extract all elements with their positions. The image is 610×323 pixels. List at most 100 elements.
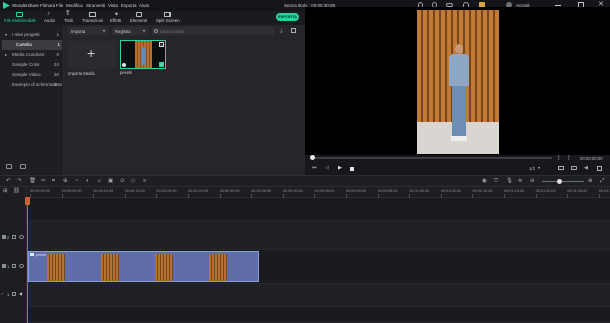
fullscreen-icon[interactable] — [597, 166, 602, 171]
filmora-logo — [3, 2, 10, 9]
adjust-icon[interactable]: ≡ — [143, 178, 146, 184]
ruler-tick-label: 00:00:05:00 — [61, 189, 82, 193]
green-screen-icon[interactable]: ▣ — [108, 178, 113, 184]
playback-progress[interactable] — [310, 155, 552, 160]
record-dropdown[interactable]: Registra ▾ — [112, 27, 148, 35]
lock-icon[interactable] — [12, 235, 16, 239]
import-dropdown[interactable]: Importa ▾ — [68, 27, 108, 35]
cut-icon[interactable]: ✂ — [41, 178, 46, 184]
media-clip-thumbnail[interactable]: × ✓ — [120, 40, 166, 69]
filter-icon[interactable]: ⏚ — [279, 28, 284, 35]
sidebar-item-media-condivisi[interactable]: ▸ Media Condivisi 0 — [4, 50, 61, 60]
tab-effetti[interactable]: ✦ Effetti — [108, 11, 126, 25]
close-icon[interactable]: × — [159, 42, 164, 47]
playhead-knob[interactable] — [310, 155, 315, 160]
tab-audio[interactable]: ♪ Audio — [42, 11, 58, 25]
clip-frame — [47, 254, 65, 281]
add-track-icon[interactable]: ⊞ — [3, 188, 8, 194]
play-icon[interactable]: ▶ — [338, 165, 342, 171]
minimize-button[interactable] — [555, 5, 561, 6]
sidebar-item-progetti[interactable]: ▾ I miei progetti 1 — [4, 30, 61, 40]
step-back-icon[interactable]: ◁ — [325, 165, 329, 171]
zoom-slider[interactable] — [542, 179, 584, 184]
grid-view-icon[interactable] — [291, 28, 296, 33]
timeline-playhead[interactable] — [25, 197, 30, 323]
search-input[interactable] — [160, 27, 270, 35]
undo-icon[interactable]: ↶ — [6, 178, 11, 184]
prev-frame-icon[interactable]: ⏮ — [312, 165, 317, 171]
zoom-slider-knob[interactable] — [557, 179, 562, 184]
render-icon[interactable]: ◉ — [482, 178, 487, 184]
voiceover-icon[interactable]: 🎙 — [506, 178, 513, 184]
ruler-tick-label: 00:01:20:00 — [535, 189, 556, 193]
menu-aiuto[interactable]: Aiuto — [139, 3, 149, 8]
track-header-audio-1: ♪ 1 ◀ — [0, 290, 27, 300]
tab-elementi[interactable]: Elementi — [128, 11, 150, 25]
tab-split-screen[interactable]: Split Screen — [153, 11, 183, 25]
ruler-tick-label: 00:00:40:00 — [282, 189, 303, 193]
audio-icon[interactable]: ♫ — [97, 178, 101, 184]
lock-icon[interactable] — [12, 264, 16, 268]
timeline-track-headers: ⊞ ⛓ 2 1 ♪ 1 ◀ — [0, 187, 27, 323]
mark-out-icon[interactable]: } — [568, 155, 570, 161]
person-head — [455, 44, 463, 54]
crop-icon[interactable]: ⌗ — [52, 178, 55, 184]
stop-icon[interactable] — [350, 167, 354, 171]
stabilize-icon[interactable]: ⊙ — [120, 178, 125, 184]
track-video-2[interactable] — [27, 221, 610, 250]
zoom-icon[interactable]: ⊕ — [63, 178, 68, 184]
menu-vista[interactable]: Vista — [108, 3, 118, 8]
ruler-tick-label: 00:00:45:00 — [314, 189, 335, 193]
speed-icon[interactable]: ◔ — [75, 178, 78, 184]
mix-icon[interactable]: ≋ — [518, 178, 523, 184]
delete-icon[interactable]: 🗑 — [29, 178, 36, 184]
timecode: 00:00:00:00 — [580, 156, 603, 161]
volume-icon[interactable]: ◀ — [584, 165, 588, 171]
zoom-ratio[interactable]: 1/2 — [529, 166, 535, 171]
sidebar-item-label: Sample Video — [12, 72, 41, 77]
import-media-tile[interactable]: + — [68, 41, 116, 69]
lock-icon[interactable] — [12, 292, 16, 296]
menu-file[interactable]: File — [56, 3, 63, 8]
ruler-tick-label: 00:01:25:00 — [567, 189, 588, 193]
marker-icon[interactable]: ⛉ — [494, 178, 498, 184]
timeline-ruler[interactable]: 00:00:00:00 00:00:05:00 00:00:10:00 00:00:1… — [27, 187, 610, 198]
playhead-handle[interactable] — [25, 197, 30, 205]
sidebar-item-sample-video[interactable]: Sample Video 20 — [4, 70, 61, 80]
split-screen-icon — [164, 12, 171, 17]
tab-label: Elementi — [130, 18, 148, 23]
eye-icon[interactable] — [19, 235, 24, 239]
fit-icon[interactable]: ⤢ — [600, 178, 604, 184]
menu-modifica[interactable]: Modifica — [66, 3, 83, 8]
new-folder-icon[interactable] — [6, 164, 12, 169]
mark-in-icon[interactable]: { — [558, 155, 560, 161]
sidebar-item-sample-color[interactable]: Sample Color 24 — [4, 60, 61, 70]
effects-icon: ✦ — [114, 12, 120, 18]
tab-transizioni[interactable]: Transizioni — [80, 11, 104, 25]
tab-file-multimediali[interactable]: File Multimediali — [2, 11, 40, 25]
tab-titoli[interactable]: T Titoli — [62, 11, 76, 25]
menu-esporta[interactable]: Esporta — [121, 3, 137, 8]
folder-import-icon[interactable] — [20, 164, 26, 169]
export-button[interactable]: ESPORTA — [276, 13, 299, 21]
menu-strumenti[interactable]: Strumenti — [86, 3, 105, 8]
snapshot-icon[interactable] — [571, 166, 577, 170]
search-box[interactable] — [152, 27, 274, 35]
keyframe-icon[interactable]: ◇ — [131, 178, 135, 184]
color-icon[interactable]: ◐ — [86, 178, 89, 184]
link-icon[interactable]: ⛓ — [13, 188, 20, 194]
track-audio-1[interactable] — [27, 284, 610, 307]
timeline-clip[interactable]: pexels — [28, 251, 259, 282]
track-empty-top — [27, 198, 610, 221]
eye-icon[interactable] — [19, 264, 24, 268]
track-video-1[interactable]: pexels — [27, 250, 610, 284]
zoom-out-icon[interactable]: ⊖ — [530, 178, 535, 184]
speaker-icon[interactable]: ◀ — [19, 291, 22, 296]
redo-icon[interactable]: ↷ — [17, 178, 22, 184]
zoom-in-icon[interactable]: ⊕ — [588, 178, 593, 184]
sidebar-item-cartella[interactable]: Cartella 1 — [2, 40, 62, 50]
display-icon[interactable] — [558, 166, 564, 170]
chevron-down-icon: ▾ — [5, 32, 8, 37]
sidebar-item-esempio[interactable]: Esempio di schermata vi 10 — [4, 80, 62, 90]
chevron-down-icon[interactable]: ▾ — [538, 165, 540, 170]
